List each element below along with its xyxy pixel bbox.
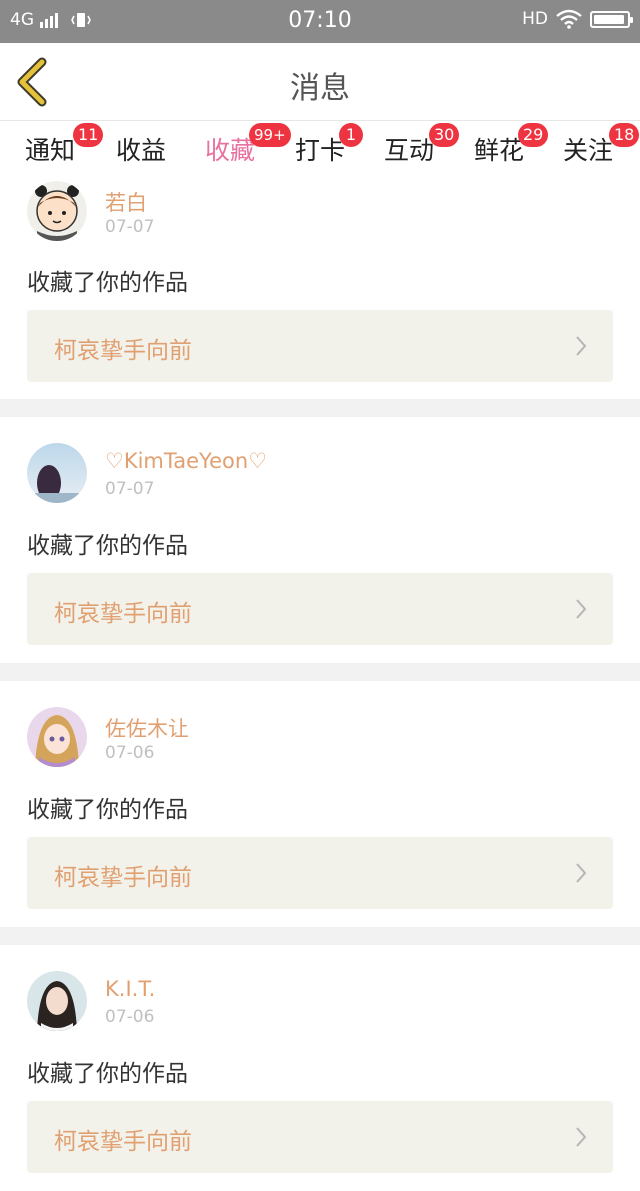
user-avatar[interactable]: [27, 181, 87, 241]
tab-label: 互动: [384, 136, 435, 165]
photo-avatar-icon: [27, 443, 87, 503]
action-text: 收藏了你的作品: [27, 270, 188, 296]
user-avatar[interactable]: [27, 971, 87, 1031]
message-date: 07-07: [105, 479, 155, 499]
tab-label: 通知: [25, 136, 76, 165]
separator: [0, 399, 640, 417]
work-link[interactable]: 柯哀挚手向前: [27, 837, 613, 909]
chevron-right-icon: [576, 599, 587, 619]
header: 消息: [0, 43, 640, 121]
tab-badge: 30: [429, 123, 460, 147]
message-card: 佐佐木让 07-06 收藏了你的作品 柯哀挚手向前: [0, 681, 640, 927]
wifi-icon: [556, 9, 582, 29]
portrait-avatar-icon: [27, 971, 87, 1031]
user-name[interactable]: ♡KimTaeYeon♡: [105, 449, 267, 473]
message-date: 07-07: [105, 217, 155, 237]
user-avatar[interactable]: [27, 707, 87, 767]
status-right: HD: [522, 9, 633, 29]
work-link[interactable]: 柯哀挚手向前: [27, 1101, 613, 1173]
work-title: 柯哀挚手向前: [54, 338, 192, 364]
message-date: 07-06: [105, 1007, 155, 1027]
tab-checkin[interactable]: 打卡 1: [295, 123, 363, 177]
chevron-right-icon: [576, 1127, 587, 1147]
action-text: 收藏了你的作品: [27, 797, 188, 823]
tab-flowers[interactable]: 鲜花 29: [474, 123, 549, 177]
message-card: K.I.T. 07-06 收藏了你的作品 柯哀挚手向前: [0, 945, 640, 1191]
separator: [0, 927, 640, 945]
chevron-right-icon: [576, 336, 587, 356]
user-name[interactable]: K.I.T.: [105, 977, 155, 1001]
tab-following[interactable]: 关注 18: [563, 123, 640, 177]
battery-icon: [590, 10, 633, 28]
message-card: 若白 07-07 收藏了你的作品 柯哀挚手向前: [0, 179, 640, 399]
tab-notifications[interactable]: 通知 11: [25, 123, 104, 177]
separator: [0, 663, 640, 681]
tab-label: 关注: [563, 136, 614, 165]
user-avatar[interactable]: [27, 443, 87, 503]
tab-label: 打卡: [295, 136, 346, 165]
tab-earnings[interactable]: 收益: [116, 131, 166, 177]
message-date: 07-06: [105, 743, 155, 763]
work-title: 柯哀挚手向前: [54, 601, 192, 627]
work-link[interactable]: 柯哀挚手向前: [27, 310, 613, 382]
tab-favorites[interactable]: 收藏 99+: [205, 123, 291, 184]
tab-badge: 1: [339, 123, 363, 147]
tab-badge: 99+: [249, 123, 291, 147]
hd-label: HD: [522, 9, 548, 29]
tab-bar: 通知 11 收益 收藏 99+ 打卡 1 互动 30 鲜花 29 关注 18: [0, 121, 640, 184]
user-name[interactable]: 若白: [105, 187, 147, 217]
anime-avatar-icon: [27, 707, 87, 767]
battery-fill: [594, 14, 624, 24]
work-title: 柯哀挚手向前: [54, 1129, 192, 1155]
tab-badge: 29: [518, 123, 549, 147]
work-link[interactable]: 柯哀挚手向前: [27, 573, 613, 645]
message-card: ♡KimTaeYeon♡ 07-07 收藏了你的作品 柯哀挚手向前: [0, 417, 640, 663]
action-text: 收藏了你的作品: [27, 533, 188, 559]
chevron-right-icon: [576, 863, 587, 883]
tab-label: 收益: [116, 136, 167, 165]
message-list: 若白 07-07 收藏了你的作品 柯哀挚手向前 ♡KimTaeYeon♡ 07-…: [0, 179, 640, 1191]
status-bar: 4G 07:10 HD: [0, 0, 640, 43]
user-name[interactable]: 佐佐木让: [105, 713, 189, 743]
work-title: 柯哀挚手向前: [54, 865, 192, 891]
cartoon-avatar-icon: [27, 181, 87, 241]
tab-badge: 18: [609, 123, 640, 147]
action-text: 收藏了你的作品: [27, 1061, 188, 1087]
page-title: 消息: [290, 71, 350, 106]
tab-label: 鲜花: [474, 136, 525, 165]
tab-label: 收藏: [205, 136, 256, 165]
tab-badge: 11: [73, 123, 104, 147]
tab-interactions[interactable]: 互动 30: [384, 123, 460, 177]
